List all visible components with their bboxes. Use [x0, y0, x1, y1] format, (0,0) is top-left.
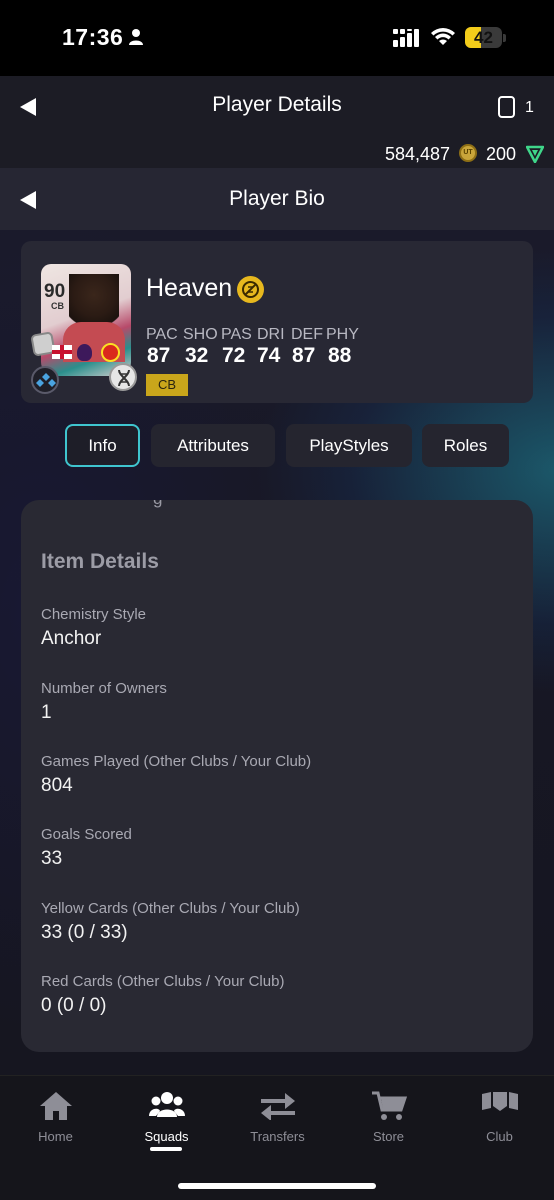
active-tab-indicator — [150, 1147, 182, 1151]
detail-value-games-played: 804 — [41, 775, 73, 796]
nav-label-club: Club — [486, 1129, 513, 1144]
card-position: CB — [51, 301, 64, 311]
cards-count: 1 — [525, 99, 534, 116]
detail-label-games-played: Games Played (Other Clubs / Your Club) — [41, 753, 312, 770]
nav-squads[interactable]: Squads — [111, 1076, 222, 1166]
nav-label-home: Home — [38, 1129, 73, 1144]
chemistry-style-icon — [31, 366, 59, 394]
nav-label-transfers: Transfers — [250, 1129, 305, 1144]
home-icon — [39, 1092, 72, 1120]
nav-home[interactable]: Home — [0, 1076, 111, 1166]
card-icon[interactable] — [498, 96, 515, 118]
signal-icon — [393, 29, 419, 47]
tab-attributes[interactable]: Attributes — [151, 424, 275, 467]
stat-label-pac: PAC — [146, 326, 178, 343]
sub-header: Player Bio — [0, 168, 554, 230]
stat-label-phy: PHY — [326, 326, 359, 343]
coins-balance: 584,487 — [385, 144, 451, 164]
fc-points-icon — [526, 145, 544, 163]
tab-playstyles[interactable]: PlayStyles — [286, 424, 412, 467]
points-balance: 200 — [486, 144, 517, 164]
person-icon — [129, 29, 143, 45]
stat-value-pas: 72 — [222, 344, 246, 367]
squads-icon — [148, 1092, 185, 1117]
stat-label-def: DEF — [291, 326, 323, 343]
battery-icon: 42 — [465, 27, 502, 48]
untradeable-icon — [237, 276, 264, 303]
dna-icon — [109, 363, 137, 391]
detail-value-owners: 1 — [41, 702, 52, 723]
tab-info[interactable]: Info — [65, 424, 140, 467]
scrolled-text-fragment: g — [153, 500, 162, 509]
detail-value-goals: 33 — [41, 848, 63, 869]
detail-label-goals: Goals Scored — [41, 826, 132, 843]
club-crest-icon — [101, 343, 120, 362]
top-header: Player Details 1 584,487 UT 200 — [0, 76, 554, 168]
detail-label-chemistry-style: Chemistry Style — [41, 606, 147, 623]
detail-label-red-cards: Red Cards (Other Clubs / Your Club) — [41, 973, 285, 990]
tab-roles[interactable]: Roles — [422, 424, 509, 467]
stat-value-sho: 32 — [185, 344, 209, 367]
stat-label-pas: PAS — [221, 326, 252, 343]
detail-value-chemistry-style: Anchor — [41, 628, 102, 649]
nav-label-store: Store — [372, 1129, 405, 1144]
nav-label-squads: Squads — [144, 1129, 189, 1144]
nav-transfers[interactable]: Transfers — [222, 1076, 333, 1166]
player-name: Heaven — [146, 274, 233, 302]
stat-value-dri: 74 — [257, 344, 281, 367]
home-indicator[interactable] — [178, 1183, 376, 1189]
stat-value-pac: 87 — [147, 344, 171, 367]
detail-label-owners: Number of Owners — [41, 680, 167, 697]
detail-value-yellow-cards: 33 (0 / 33) — [41, 922, 128, 943]
page-title: Player Details — [212, 93, 342, 116]
item-details-card: g Item Details Chemistry Style Anchor Nu… — [21, 500, 533, 1052]
position-tag: CB — [146, 374, 188, 396]
coin-icon: UT — [459, 144, 477, 162]
battery-level: 42 — [474, 28, 493, 47]
nav-store[interactable]: Store — [333, 1076, 444, 1166]
stat-value-def: 87 — [292, 344, 316, 367]
store-icon — [371, 1091, 407, 1120]
detail-value-red-cards: 0 (0 / 0) — [41, 995, 107, 1016]
club-icon — [481, 1092, 518, 1111]
stat-label-sho: SHO — [183, 326, 218, 343]
section-title: Item Details — [41, 550, 159, 573]
sub-header-title: Player Bio — [229, 187, 325, 210]
card-rating: 90 — [44, 281, 66, 302]
nav-club[interactable]: Club — [444, 1076, 554, 1166]
bottom-navigation: Home Squads Transfers Store Club — [0, 1075, 554, 1200]
stat-value-phy: 88 — [328, 344, 352, 367]
status-bar: 17:36 42 — [0, 0, 554, 76]
battery-nub — [503, 34, 506, 42]
league-icon — [77, 344, 92, 361]
england-flag-icon — [52, 345, 72, 359]
detail-label-yellow-cards: Yellow Cards (Other Clubs / Your Club) — [41, 900, 300, 917]
wifi-icon — [431, 28, 455, 45]
transfers-icon — [260, 1093, 295, 1120]
stat-label-dri: DRI — [257, 326, 285, 343]
status-time: 17:36 — [62, 24, 124, 50]
